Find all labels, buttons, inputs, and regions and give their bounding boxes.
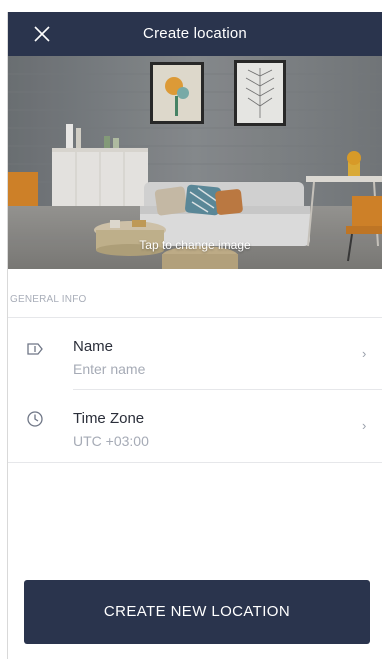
name-label: Name xyxy=(73,338,114,355)
time-zone-row[interactable]: Time Zone UTC +03:00 › xyxy=(8,391,382,461)
time-zone-value: UTC +03:00 xyxy=(73,433,149,449)
page-title: Create location xyxy=(143,25,247,42)
name-placeholder: Enter name xyxy=(73,361,146,377)
clock-icon xyxy=(27,411,43,427)
chevron-right-icon: › xyxy=(362,418,367,433)
screen: Create location Tap to change image GENE… xyxy=(7,12,382,659)
create-location-button[interactable]: CREATE NEW LOCATION xyxy=(24,580,370,644)
section-label-general-info: GENERAL INFO xyxy=(10,294,87,305)
name-row[interactable]: Name Enter name › xyxy=(8,319,382,389)
top-bar: Create location xyxy=(8,12,382,56)
time-zone-label: Time Zone xyxy=(73,410,145,427)
location-image[interactable]: Tap to change image xyxy=(8,56,382,269)
divider xyxy=(73,389,382,390)
divider xyxy=(8,462,382,463)
change-image-caption: Tap to change image xyxy=(139,238,251,252)
divider xyxy=(8,317,382,318)
tag-icon xyxy=(27,343,43,355)
chevron-right-icon: › xyxy=(362,346,367,361)
page: Create location Tap to change image GENE… xyxy=(0,0,382,659)
